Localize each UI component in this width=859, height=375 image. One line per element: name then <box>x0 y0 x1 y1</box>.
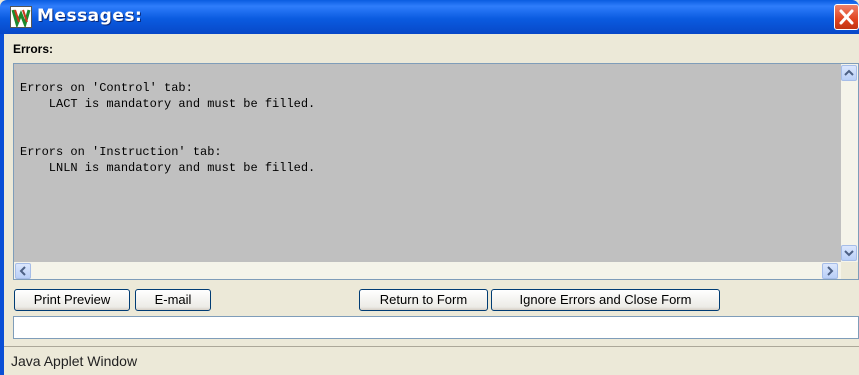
close-button[interactable] <box>834 4 859 30</box>
title-bar[interactable]: Messages: <box>0 0 859 34</box>
scrollbar-corner <box>841 262 858 279</box>
java-applet-window-label: Java Applet Window <box>11 353 138 369</box>
chevron-right-icon <box>827 266 834 276</box>
footer-divider <box>4 346 859 347</box>
return-to-form-button[interactable]: Return to Form <box>359 289 488 311</box>
scroll-down-button[interactable] <box>841 245 857 261</box>
scroll-left-button[interactable] <box>15 263 31 279</box>
chevron-down-icon <box>844 250 854 257</box>
errors-label: Errors: <box>13 42 54 56</box>
print-preview-button[interactable]: Print Preview <box>14 289 130 311</box>
vertical-scrollbar[interactable] <box>841 64 858 262</box>
chevron-left-icon <box>19 266 26 276</box>
scroll-up-button[interactable] <box>841 65 857 81</box>
chevron-up-icon <box>844 69 854 76</box>
window-frame-left <box>0 34 4 375</box>
close-icon <box>839 9 854 25</box>
scroll-right-button[interactable] <box>822 263 838 279</box>
horizontal-scrollbar[interactable] <box>14 262 841 279</box>
window-title: Messages: <box>37 6 143 26</box>
errors-text-area[interactable]: Errors on 'Control' tab: LACT is mandato… <box>13 63 859 280</box>
ignore-errors-close-button[interactable]: Ignore Errors and Close Form <box>491 289 720 311</box>
status-field[interactable] <box>13 316 859 339</box>
email-button[interactable]: E-mail <box>135 289 211 311</box>
error-messages: Errors on 'Control' tab: LACT is mandato… <box>20 81 316 175</box>
app-icon <box>10 6 32 28</box>
